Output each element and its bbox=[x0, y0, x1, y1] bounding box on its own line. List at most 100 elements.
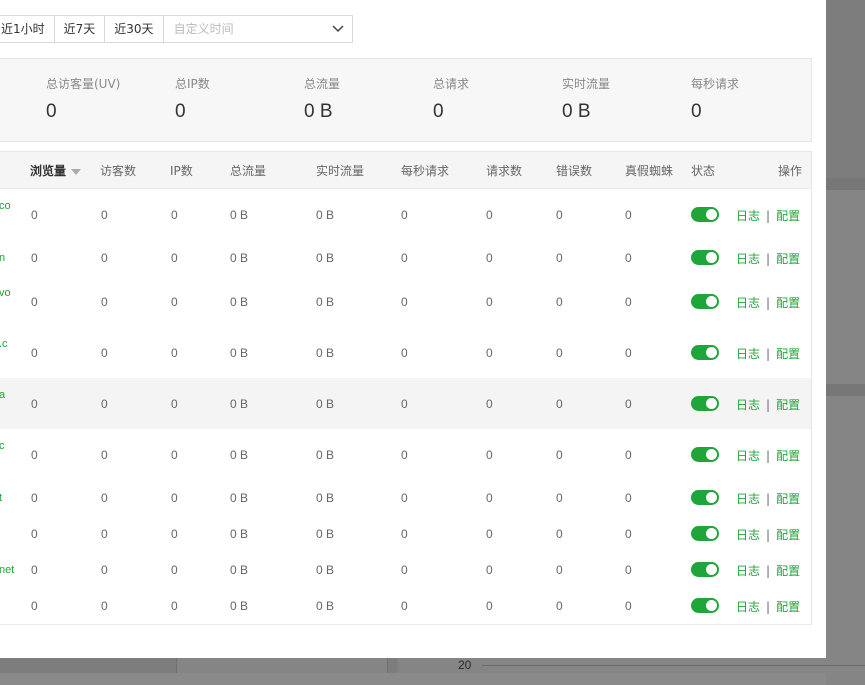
cell-realtime: 0 B bbox=[316, 563, 335, 577]
status-toggle[interactable] bbox=[691, 294, 719, 309]
log-link[interactable]: 日志 bbox=[736, 564, 760, 578]
cell-pv: 0 bbox=[31, 599, 38, 613]
stat-total-uv: 总访客量(UV) 0 bbox=[46, 75, 120, 123]
log-link[interactable]: 日志 bbox=[736, 347, 760, 361]
custom-time-placeholder: 自定义时间 bbox=[173, 22, 234, 36]
log-link[interactable]: 日志 bbox=[736, 449, 760, 463]
custom-time-picker[interactable]: 自定义时间 bbox=[164, 16, 352, 42]
config-link[interactable]: 配置 bbox=[776, 564, 800, 578]
column-header-action: 操作 bbox=[778, 164, 803, 178]
cell-pv: 0 bbox=[31, 527, 38, 541]
config-link[interactable]: 配置 bbox=[776, 600, 800, 614]
cell-qps: 0 bbox=[401, 397, 408, 411]
cell-qps: 0 bbox=[401, 563, 408, 577]
status-toggle[interactable] bbox=[691, 598, 719, 613]
time-range-filter: 近1小时 近7天 近30天 自定义时间 bbox=[0, 15, 353, 43]
cell-visitors: 0 bbox=[101, 295, 108, 309]
cell-pv: 0 bbox=[31, 491, 38, 505]
stat-label: 总IP数 bbox=[175, 77, 210, 91]
cell-errors: 0 bbox=[556, 295, 563, 309]
site-name-link[interactable]: c bbox=[0, 440, 5, 452]
status-toggle[interactable] bbox=[691, 250, 719, 265]
log-link[interactable]: 日志 bbox=[736, 600, 760, 614]
time-option-1h[interactable]: 近1小时 bbox=[0, 16, 55, 42]
log-link[interactable]: 日志 bbox=[736, 398, 760, 412]
stat-label: 总访客量(UV) bbox=[46, 77, 121, 91]
table-row: c 0 0 0 0 B 0 B 0 0 0 0 日志 | 配置 bbox=[0, 429, 811, 481]
cell-errors: 0 bbox=[556, 448, 563, 462]
action-separator: | bbox=[766, 492, 771, 506]
config-link[interactable]: 配置 bbox=[776, 209, 800, 223]
site-name-link[interactable]: .c bbox=[0, 338, 8, 350]
config-link[interactable]: 配置 bbox=[776, 398, 800, 412]
config-link[interactable]: 配置 bbox=[776, 528, 800, 542]
cell-errors: 0 bbox=[556, 563, 563, 577]
config-link[interactable]: 配置 bbox=[776, 492, 800, 506]
log-link[interactable]: 日志 bbox=[736, 296, 760, 310]
config-link[interactable]: 配置 bbox=[776, 449, 800, 463]
cell-visitors: 0 bbox=[101, 563, 108, 577]
cell-pv: 0 bbox=[31, 295, 38, 309]
background-axis-tick: 20 bbox=[458, 658, 472, 672]
site-name-link[interactable]: t bbox=[0, 492, 2, 504]
cell-visitors: 0 bbox=[101, 491, 108, 505]
status-toggle[interactable] bbox=[691, 526, 719, 541]
cell-pv: 0 bbox=[31, 251, 38, 265]
cell-spider: 0 bbox=[625, 251, 632, 265]
cell-realtime: 0 B bbox=[316, 491, 335, 505]
stat-value: 0 B bbox=[304, 101, 333, 122]
config-link[interactable]: 配置 bbox=[776, 296, 800, 310]
row-actions: 日志 | 配置 bbox=[736, 250, 800, 267]
column-header-pv[interactable]: 浏览量 bbox=[30, 152, 82, 188]
cell-ip: 0 bbox=[171, 346, 178, 360]
log-link[interactable]: 日志 bbox=[736, 528, 760, 542]
log-link[interactable]: 日志 bbox=[736, 209, 760, 223]
cell-requests: 0 bbox=[486, 397, 493, 411]
stat-label: 每秒请求 bbox=[691, 77, 740, 91]
cell-traffic: 0 B bbox=[230, 295, 249, 309]
status-toggle[interactable] bbox=[691, 396, 719, 411]
log-link[interactable]: 日志 bbox=[736, 252, 760, 266]
cell-requests: 0 bbox=[486, 563, 493, 577]
config-link[interactable]: 配置 bbox=[776, 347, 800, 361]
site-name-link[interactable]: net bbox=[0, 564, 14, 576]
site-name-link[interactable]: a bbox=[0, 389, 5, 401]
table-row: net 0 0 0 0 B 0 B 0 0 0 0 日志 | 配置 bbox=[0, 552, 811, 589]
row-actions: 日志 | 配置 bbox=[736, 562, 800, 579]
cell-qps: 0 bbox=[401, 448, 408, 462]
stat-label: 总请求 bbox=[433, 77, 470, 91]
site-name-link[interactable]: co bbox=[0, 200, 11, 212]
cell-traffic: 0 B bbox=[230, 527, 249, 541]
cell-realtime: 0 B bbox=[316, 599, 335, 613]
config-link[interactable]: 配置 bbox=[776, 252, 800, 266]
action-separator: | bbox=[766, 564, 771, 578]
cell-qps: 0 bbox=[401, 346, 408, 360]
stat-value: 0 bbox=[175, 101, 186, 122]
site-name-link[interactable]: vo bbox=[0, 287, 11, 299]
status-toggle[interactable] bbox=[691, 490, 719, 505]
status-toggle[interactable] bbox=[691, 207, 719, 222]
status-toggle[interactable] bbox=[691, 345, 719, 360]
table-row: co 0 0 0 0 B 0 B 0 0 0 0 日志 | 配置 bbox=[0, 189, 811, 241]
site-name-link[interactable]: n bbox=[0, 252, 5, 264]
status-toggle[interactable] bbox=[691, 447, 719, 462]
site-stats-modal: 近1小时 近7天 近30天 自定义时间 总访客量(UV) 0 总IP数 0 总流… bbox=[0, 0, 826, 658]
row-actions: 日志 | 配置 bbox=[736, 207, 800, 224]
cell-errors: 0 bbox=[556, 208, 563, 222]
log-link[interactable]: 日志 bbox=[736, 492, 760, 506]
column-header-status: 状态 bbox=[691, 164, 716, 178]
cell-realtime: 0 B bbox=[316, 295, 335, 309]
cell-pv: 0 bbox=[31, 448, 38, 462]
cell-requests: 0 bbox=[486, 295, 493, 309]
time-option-7d[interactable]: 近7天 bbox=[55, 16, 106, 42]
column-header-label: 浏览量 bbox=[30, 164, 67, 178]
cell-spider: 0 bbox=[625, 599, 632, 613]
stat-value: 0 B bbox=[562, 101, 591, 122]
action-separator: | bbox=[766, 347, 771, 361]
action-separator: | bbox=[766, 449, 771, 463]
cell-qps: 0 bbox=[401, 251, 408, 265]
cell-requests: 0 bbox=[486, 208, 493, 222]
status-toggle[interactable] bbox=[691, 562, 719, 577]
time-option-30d[interactable]: 近30天 bbox=[105, 16, 164, 42]
cell-traffic: 0 B bbox=[230, 208, 249, 222]
